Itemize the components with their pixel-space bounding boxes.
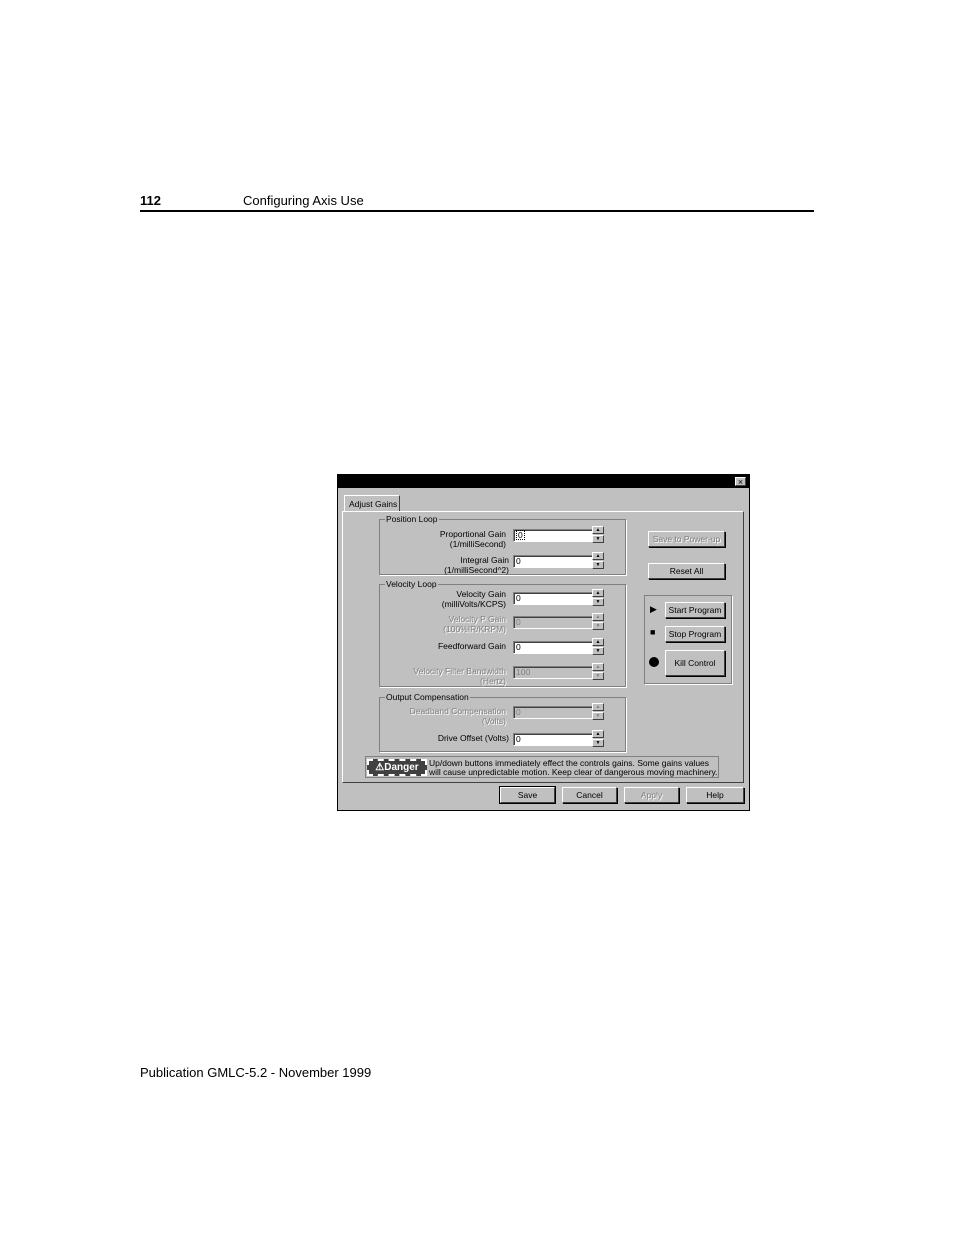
spin-down-icon[interactable]: ▼: [592, 561, 604, 569]
integral-gain-input[interactable]: 0: [513, 555, 593, 568]
filter-bandwidth-label-line2: (Hertz): [480, 676, 506, 686]
danger-warning: ⚠Danger Up/down buttons immediately effe…: [365, 756, 719, 778]
cancel-button[interactable]: Cancel: [562, 787, 617, 803]
spin-up-icon[interactable]: ▲: [592, 589, 604, 597]
output-compensation-title: Output Compensation: [385, 692, 470, 702]
velocity-p-gain-label: Velocity P Gain (100%IR/KRPM): [443, 614, 506, 634]
spin-up-icon: ▲: [592, 663, 604, 671]
save-button[interactable]: Save: [499, 786, 556, 804]
feedforward-gain-spinner[interactable]: ▲ ▼: [592, 638, 604, 655]
spin-down-icon[interactable]: ▼: [592, 647, 604, 655]
proportional-gain-value: 0: [516, 530, 525, 540]
footer-publication: Publication GMLC-5.2 - November 1999: [140, 1065, 372, 1080]
spin-up-icon[interactable]: ▲: [592, 526, 604, 534]
spin-down-icon[interactable]: ▼: [592, 598, 604, 606]
header-rule: [140, 210, 814, 212]
velocity-gain-label-line2: (milliVolts/KCPS): [441, 599, 506, 609]
proportional-gain-label: Proportional Gain (1/milliSecond): [440, 529, 506, 549]
deadband-input: 0: [513, 706, 593, 719]
velocity-gain-spinner[interactable]: ▲ ▼: [592, 589, 604, 606]
spin-down-icon[interactable]: ▼: [592, 535, 604, 543]
feedforward-gain-input[interactable]: 0: [513, 641, 593, 654]
page-title: Configuring Axis Use: [243, 193, 364, 208]
spin-up-icon[interactable]: ▲: [592, 730, 604, 738]
drive-offset-spinner[interactable]: ▲ ▼: [592, 730, 604, 747]
integral-gain-label-line2: (1/milliSecond^2): [444, 565, 509, 575]
start-program-button[interactable]: Start Program: [665, 602, 725, 618]
drive-offset-label: Drive Offset (Volts): [437, 733, 509, 743]
spin-up-icon[interactable]: ▲: [592, 638, 604, 646]
filter-bandwidth-spinner: ▲ ▼: [592, 663, 604, 680]
reset-all-button[interactable]: Reset All: [648, 563, 725, 579]
kill-control-icon: [649, 657, 659, 667]
adjust-gains-dialog: × Adjust Gains Position Loop Proportiona…: [337, 474, 750, 811]
filter-bandwidth-input: 100: [513, 666, 593, 679]
spin-down-icon: ▼: [592, 712, 604, 720]
velocity-p-gain-input: 0: [513, 616, 593, 629]
integral-gain-label-line1: Integral Gain: [460, 555, 509, 565]
title-bar: ×: [338, 475, 749, 488]
kill-control-button[interactable]: Kill Control: [665, 650, 725, 676]
tab-adjust-gains[interactable]: Adjust Gains: [344, 495, 400, 511]
danger-text: Up/down buttons immediately effect the c…: [429, 758, 718, 777]
close-button[interactable]: ×: [735, 477, 746, 487]
help-button[interactable]: Help: [686, 787, 744, 803]
deadband-label-line1: Deadband Compensation: [409, 706, 506, 716]
integral-gain-label: Integral Gain (1/milliSecond^2): [444, 555, 509, 575]
integral-gain-spinner[interactable]: ▲ ▼: [592, 552, 604, 569]
velocity-p-gain-spinner: ▲ ▼: [592, 613, 604, 630]
deadband-label-line2: (Volts): [481, 716, 506, 726]
proportional-gain-label-line2: (1/milliSecond): [449, 539, 506, 549]
filter-bandwidth-label: Velocity Filter Bandwidth (Hertz): [413, 666, 506, 686]
spin-down-icon: ▼: [592, 672, 604, 680]
velocity-gain-input[interactable]: 0: [513, 592, 593, 605]
spin-up-icon: ▲: [592, 703, 604, 711]
velocity-p-gain-label-line2: (100%IR/KRPM): [443, 624, 506, 634]
start-program-icon: ▶: [650, 604, 657, 614]
deadband-spinner: ▲ ▼: [592, 703, 604, 720]
spin-up-icon[interactable]: ▲: [592, 552, 604, 560]
velocity-gain-label: Velocity Gain (milliVolts/KCPS): [442, 589, 506, 609]
stop-program-button[interactable]: Stop Program: [665, 626, 725, 642]
spin-up-icon: ▲: [592, 613, 604, 621]
proportional-gain-spinner[interactable]: ▲ ▼: [592, 526, 604, 543]
proportional-gain-input[interactable]: 0: [513, 529, 593, 542]
spin-down-icon[interactable]: ▼: [592, 739, 604, 747]
velocity-p-gain-label-line1: Velocity P Gain: [448, 614, 507, 624]
drive-offset-input[interactable]: 0: [513, 733, 593, 746]
spin-down-icon: ▼: [592, 622, 604, 630]
filter-bandwidth-label-line1: Velocity Filter Bandwidth: [413, 666, 506, 676]
proportional-gain-label-line1: Proportional Gain: [439, 529, 506, 539]
feedforward-gain-label: Feedforward Gain: [437, 641, 506, 651]
save-to-power-up-button: Save to Power-up: [648, 531, 725, 547]
stop-program-icon: ■: [650, 627, 656, 637]
danger-badge: ⚠Danger: [367, 759, 427, 776]
position-loop-title: Position Loop: [385, 514, 439, 524]
deadband-label: Deadband Compensation (Volts): [410, 706, 506, 726]
apply-button: Apply: [624, 787, 679, 803]
velocity-loop-title: Velocity Loop: [385, 579, 438, 589]
page-number: 112: [140, 193, 161, 208]
velocity-gain-label-line1: Velocity Gain: [456, 589, 506, 599]
